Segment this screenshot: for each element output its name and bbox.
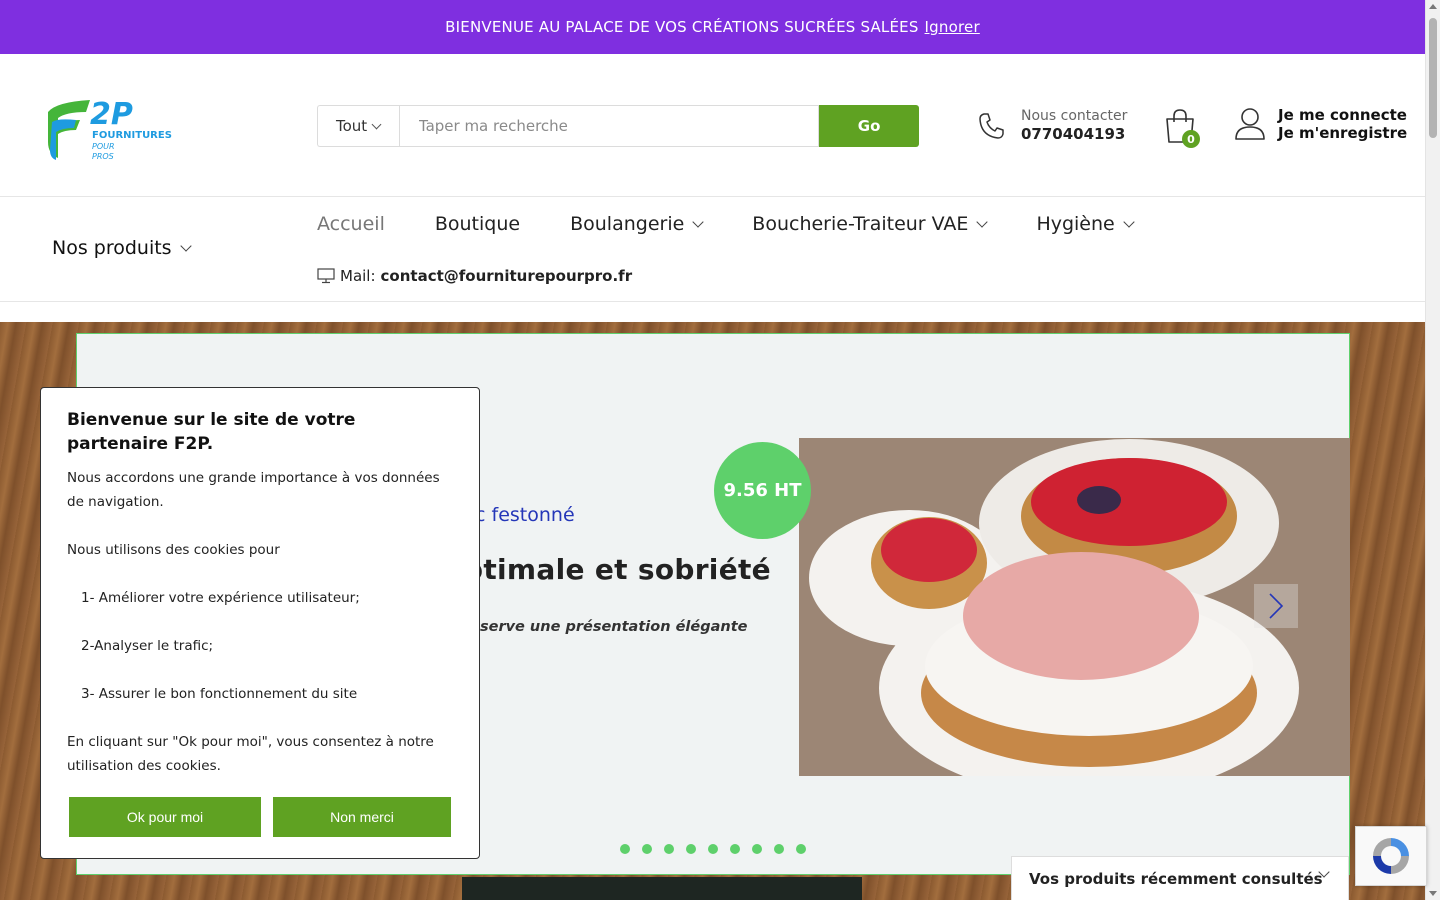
slider-dot[interactable]	[774, 844, 784, 854]
nav-item-boutique[interactable]: Boutique	[435, 213, 520, 235]
mail-contact: Mail: contact@fourniturepourpro.fr	[317, 267, 632, 285]
nav-item-accueil[interactable]: Accueil	[317, 213, 385, 235]
mail-label: Mail:	[340, 267, 376, 285]
page-scrollbar[interactable]	[1425, 0, 1440, 900]
scroll-down-icon[interactable]	[1429, 891, 1437, 896]
nav-item-label: Boutique	[434, 213, 521, 235]
slider-next-button[interactable]	[1254, 584, 1298, 628]
nav-item-label: Boulangerie	[570, 213, 685, 235]
scroll-up-icon[interactable]	[1429, 4, 1437, 9]
chevron-down-icon	[976, 215, 989, 228]
cookie-intro: Nous accordons une grande importance à v…	[67, 470, 440, 510]
cookie-uses-intro: Nous utilisons des cookies pour	[67, 542, 280, 558]
nav-item-label: Accueil	[317, 213, 385, 235]
search-button[interactable]: Go	[819, 105, 920, 147]
cookie-title: Bienvenue sur le site de votre partenair…	[67, 410, 356, 454]
site-logo[interactable]: 2P FOURNITURES POUR PROS	[46, 97, 186, 162]
cookie-decline-button[interactable]: Non merci	[273, 797, 451, 837]
slider-dot[interactable]	[642, 844, 652, 854]
chevron-down-icon	[1123, 215, 1135, 228]
promo-message: BIENVENUE AU PALACE DE VOS CRÉATIONS SUC…	[445, 18, 919, 36]
register-link[interactable]: Je m'enregistre	[1278, 124, 1407, 142]
logo-line1: FOURNITURES	[92, 130, 172, 141]
logo-graphic: 2P FOURNITURES POUR PROS	[48, 97, 172, 161]
contact-label: Nous contacter	[1021, 108, 1128, 124]
user-icon	[1235, 108, 1265, 140]
cart-count-badge: 0	[1182, 130, 1200, 148]
logo-mark: 2P	[90, 98, 133, 132]
login-link[interactable]: Je me connecte	[1278, 106, 1407, 124]
slide-tagline: réserve une présentation élégante	[463, 619, 748, 635]
main-nav: Nos produits Accueil Boutique Boulangeri…	[0, 197, 1425, 302]
slider-dot[interactable]	[708, 844, 718, 854]
nav-item-hygiene[interactable]: Hygiène	[1036, 213, 1135, 235]
nav-menu: Accueil Boutique Boulangerie Boucherie-T…	[317, 213, 1183, 235]
slider-dot[interactable]	[686, 844, 696, 854]
logo-line3: PROS	[92, 152, 114, 161]
promo-dismiss-link[interactable]: Ignorer	[925, 18, 980, 36]
chevron-right-icon	[1269, 593, 1284, 619]
slider-dot[interactable]	[752, 844, 762, 854]
recaptcha-icon	[1373, 838, 1409, 874]
chevron-down-icon	[179, 239, 192, 252]
search-category-select[interactable]: Tout	[317, 105, 399, 147]
slider-dot[interactable]	[730, 844, 740, 854]
recaptcha-badge[interactable]	[1355, 826, 1427, 886]
cart-button[interactable]: 0	[1164, 108, 1200, 148]
recent-products-label: Vos produits récemment consultés	[1029, 869, 1323, 888]
slide-title: ptimale et sobriété	[463, 553, 771, 586]
account-block: Je me connecte Je m'enregistre	[1234, 106, 1407, 142]
monitor-icon	[317, 268, 335, 284]
hero-lower-image	[462, 877, 862, 900]
contact-block[interactable]: Nous contacter 0770404193	[977, 107, 1127, 144]
products-menu-button[interactable]: Nos produits	[52, 237, 192, 259]
cookie-consent-text: En cliquant sur "Ok pour moi", vous cons…	[67, 734, 434, 774]
site-header: 2P FOURNITURES POUR PROS Tout Go Nous co…	[0, 54, 1425, 197]
chevron-down-icon	[692, 215, 704, 228]
slider-dot[interactable]	[664, 844, 674, 854]
nav-item-boulangerie[interactable]: Boulangerie	[570, 213, 704, 235]
cookie-use-item: 3- Assurer le bon fonctionnement du site	[81, 686, 358, 702]
scrollbar-thumb[interactable]	[1429, 18, 1437, 138]
recent-products-toggle[interactable]: Vos produits récemment consultés	[1011, 856, 1349, 900]
search-input[interactable]	[398, 105, 820, 147]
cookie-accept-button[interactable]: Ok pour moi	[69, 797, 261, 837]
slider-dot[interactable]	[796, 844, 806, 854]
products-menu-label: Nos produits	[52, 237, 172, 259]
cookie-use-item: 1- Améliorer votre expérience utilisateu…	[81, 590, 360, 606]
cookie-consent-dialog: Bienvenue sur le site de votre partenair…	[40, 387, 480, 859]
mail-address-link[interactable]: contact@fourniturepourpro.fr	[381, 267, 633, 285]
nav-item-label: Hygiène	[1036, 213, 1115, 235]
nav-item-label: Boucherie-Traiteur VAE	[752, 213, 969, 235]
contact-phone[interactable]: 0770404193	[1021, 125, 1127, 144]
nav-item-boucherie-traiteur[interactable]: Boucherie-Traiteur VAE	[752, 213, 989, 235]
chevron-down-icon	[371, 119, 382, 129]
logo-line2: POUR	[92, 142, 115, 151]
price-badge: 9.56 HT	[714, 442, 811, 539]
phone-icon	[979, 112, 1004, 139]
slider-dot[interactable]	[620, 844, 630, 854]
promo-bar: BIENVENUE AU PALACE DE VOS CRÉATIONS SUC…	[0, 0, 1425, 54]
search-category-value: Tout	[336, 117, 368, 135]
slider-dots	[620, 844, 818, 854]
search-bar: Tout Go	[317, 105, 920, 147]
cookie-use-item: 2-Analyser le trafic;	[81, 638, 214, 654]
